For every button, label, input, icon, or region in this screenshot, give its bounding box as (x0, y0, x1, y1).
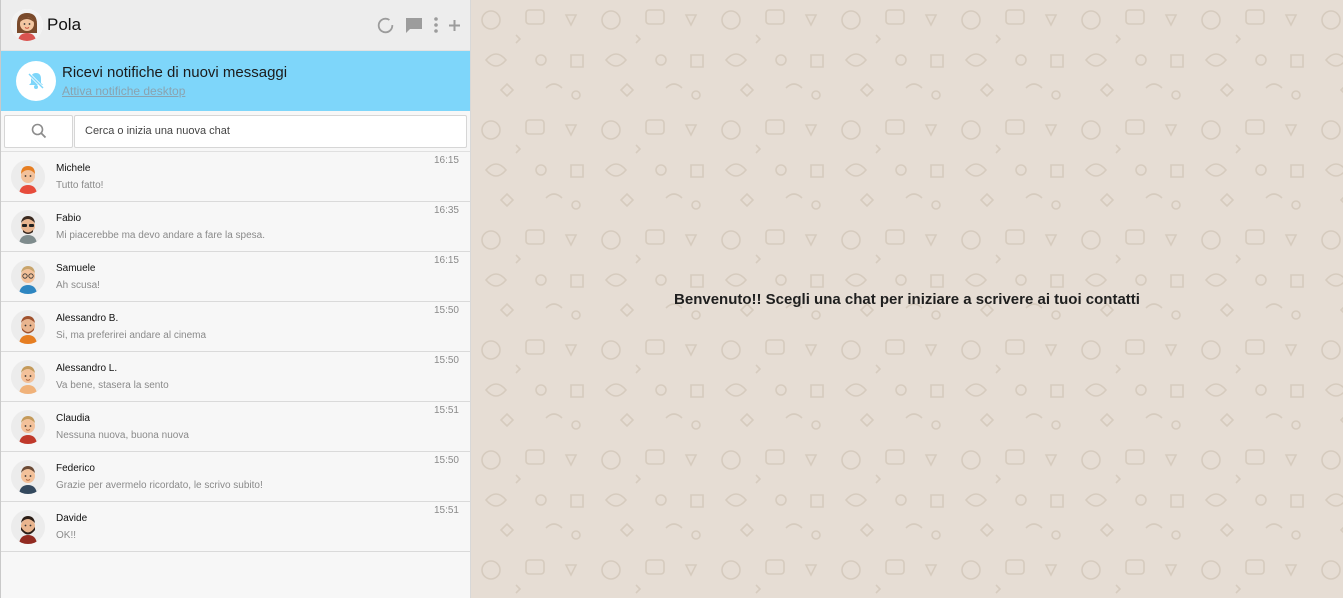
last-message: Mi piacerebbe ma devo andare a fare la s… (56, 229, 266, 241)
contact-avatar (11, 309, 45, 344)
notification-banner: Ricevi notifiche di nuovi messaggi Attiv… (1, 51, 470, 111)
message-time: 15:50 (433, 355, 459, 366)
search-button[interactable] (4, 114, 73, 148)
contact-name: Federico (56, 462, 95, 474)
chat-item-alessandro-b[interactable]: Alessandro B. Si, ma preferirei andare a… (1, 302, 470, 352)
profile-header: Pola (1, 0, 470, 51)
search-bar (1, 111, 470, 152)
contact-name: Davide (56, 512, 88, 524)
message-time: 16:35 (433, 205, 459, 216)
search-icon (31, 123, 46, 139)
contact-name: Michele (56, 162, 91, 174)
contact-avatar (11, 409, 45, 444)
contact-name: Claudia (56, 412, 90, 424)
last-message: Tutto fatto! (56, 179, 104, 191)
last-message: OK!! (56, 529, 77, 541)
user-avatar[interactable] (11, 9, 43, 41)
user-name: Pola (47, 15, 82, 34)
contact-avatar (11, 209, 45, 244)
chat-item-davide[interactable]: Davide OK!! 15:51 (1, 502, 470, 552)
chat-item-claudia[interactable]: Claudia Nessuna nuova, buona nuova 15:51 (1, 402, 470, 452)
message-time: 15:50 (433, 455, 459, 466)
chat-item-fabio[interactable]: Fabio Mi piacerebbe ma devo andare a far… (1, 202, 470, 252)
chat-icon[interactable] (405, 17, 423, 34)
contact-name: Fabio (56, 212, 82, 224)
message-time: 15:51 (433, 405, 459, 416)
contact-avatar (11, 159, 45, 194)
last-message: Grazie per avermelo ricordato, le scrivo… (56, 479, 263, 491)
contact-avatar (11, 359, 45, 394)
status-icon[interactable] (377, 17, 394, 34)
sidebar: Pola Ricevi notifiche di nuovi messaggi … (0, 0, 471, 598)
chat-list: Michele Tutto fatto! 16:15 Fabio Mi piac… (1, 152, 470, 552)
message-time: 16:15 (433, 155, 459, 166)
contact-avatar (11, 459, 45, 494)
bell-off-icon (16, 61, 56, 101)
enable-desktop-notifications-link[interactable]: Attiva notifiche desktop (62, 84, 287, 98)
message-time: 16:15 (433, 255, 459, 266)
last-message: Va bene, stasera la sento (56, 379, 169, 391)
last-message: Si, ma preferirei andare al cinema (56, 329, 207, 341)
chat-item-samuele[interactable]: Samuele Ah scusa! 16:15 (1, 252, 470, 302)
chat-item-federico[interactable]: Federico Grazie per avermelo ricordato, … (1, 452, 470, 502)
conversation-panel: Benvenuto!! Scegli una chat per iniziare… (471, 0, 1343, 598)
contact-name: Alessandro B. (56, 312, 119, 324)
menu-icon[interactable] (434, 17, 438, 33)
chat-item-michele[interactable]: Michele Tutto fatto! 16:15 (1, 152, 470, 202)
last-message: Nessuna nuova, buona nuova (56, 429, 189, 441)
contact-avatar (11, 259, 45, 294)
message-time: 15:50 (433, 305, 459, 316)
add-icon[interactable] (449, 19, 460, 31)
contact-avatar (11, 509, 45, 544)
message-time: 15:51 (433, 505, 459, 516)
search-input[interactable] (74, 114, 467, 148)
notification-title: Ricevi notifiche di nuovi messaggi (62, 64, 288, 81)
contact-name: Samuele (56, 262, 96, 274)
last-message: Ah scusa! (56, 279, 100, 291)
welcome-message: Benvenuto!! Scegli una chat per iniziare… (674, 291, 1140, 308)
chat-item-alessandro-l[interactable]: Alessandro L. Va bene, stasera la sento … (1, 352, 470, 402)
contact-name: Alessandro L. (56, 362, 118, 374)
